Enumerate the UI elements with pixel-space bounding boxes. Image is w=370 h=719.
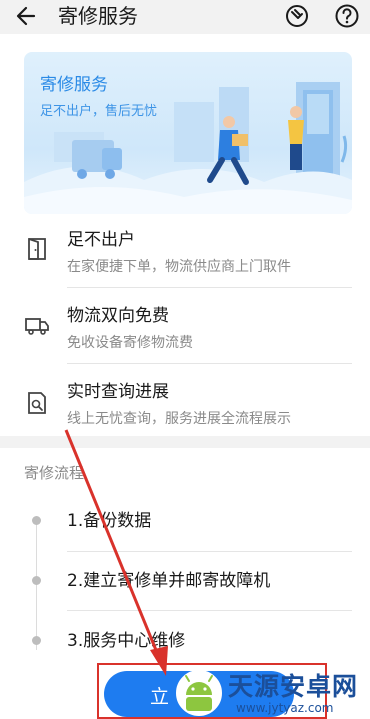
feature-title: 物流双向免费 — [67, 306, 169, 326]
site-watermark: 天源安卓网 www.jytyaz.com — [170, 663, 370, 719]
feature-title: 足不出户 — [67, 230, 135, 250]
promo-banner: 寄修服务 足不出户，售后无忧 — [24, 52, 352, 214]
step-dot — [32, 516, 41, 525]
door-icon — [24, 236, 50, 262]
feature-free-shipping: 物流双向免费 免收设备寄修物流费 — [0, 304, 370, 380]
back-arrow-icon[interactable] — [14, 4, 40, 28]
document-search-icon — [24, 390, 50, 416]
banner-title: 寄修服务 — [40, 75, 108, 95]
feature-doorstep: 足不出户 在家便捷下单，物流供应商上门取件 — [0, 228, 370, 304]
divider — [67, 363, 352, 364]
divider — [67, 551, 352, 552]
section-separator — [0, 436, 370, 448]
banner-subtitle: 足不出户，售后无忧 — [40, 104, 158, 119]
divider — [67, 287, 352, 288]
page-title: 寄修服务 — [58, 4, 138, 28]
process-step: 2.建立寄修单并邮寄故障机 — [67, 571, 271, 591]
feature-desc: 免收设备寄修物流费 — [67, 335, 193, 351]
android-logo-icon — [176, 670, 222, 716]
timeline-line — [36, 520, 37, 650]
help-icon[interactable] — [334, 3, 360, 29]
step-dot — [32, 636, 41, 645]
process-section-title: 寄修流程 — [24, 464, 85, 482]
divider — [67, 610, 352, 611]
step-dot — [32, 576, 41, 585]
app-header: 寄修服务 — [0, 0, 370, 34]
feature-title: 实时查询进展 — [67, 382, 169, 402]
process-step: 1.备份数据 — [67, 511, 152, 531]
service-history-icon[interactable] — [284, 3, 310, 29]
feature-desc: 线上无忧查询，服务进展全流程展示 — [67, 411, 291, 427]
watermark-name: 天源安卓网 — [228, 672, 359, 701]
process-step: 3.服务中心维修 — [67, 631, 186, 651]
truck-icon — [24, 312, 50, 338]
feature-desc: 在家便捷下单，物流供应商上门取件 — [67, 259, 291, 275]
watermark-url: www.jytyaz.com — [236, 701, 334, 715]
